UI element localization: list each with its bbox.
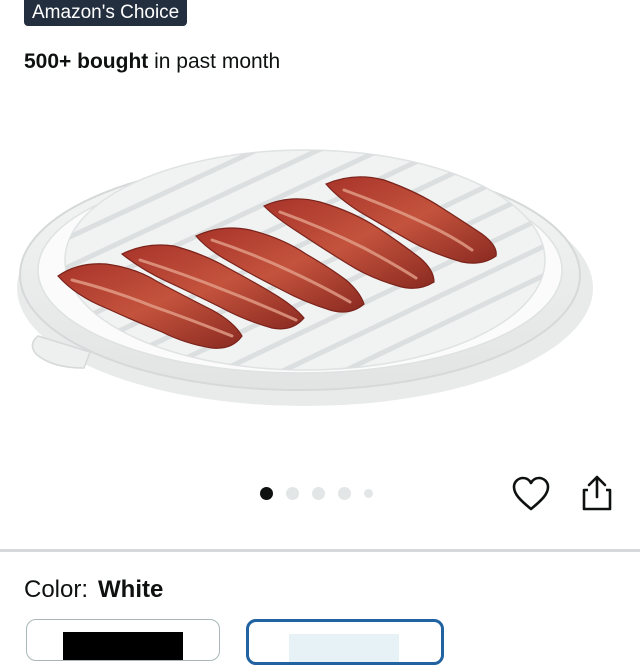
bought-count-text: 500+ bought in past month <box>24 48 280 76</box>
swatch-thumbnail-black <box>63 632 183 660</box>
share-icon[interactable] <box>580 474 614 512</box>
heart-icon[interactable] <box>512 476 550 512</box>
bought-count-strong: 500+ bought <box>24 50 149 73</box>
color-label: Color: <box>24 576 89 603</box>
color-selection-label: Color: White <box>24 574 163 606</box>
carousel-dot[interactable] <box>338 486 351 500</box>
bought-count-rest: in past month <box>148 50 281 73</box>
color-swatch-white[interactable] <box>246 619 444 665</box>
image-carousel-dots[interactable] <box>260 485 373 501</box>
swatch-thumbnail-white <box>289 634 399 662</box>
carousel-dot[interactable] <box>260 486 273 500</box>
product-image[interactable] <box>0 90 640 470</box>
section-divider <box>0 549 640 552</box>
color-value: White <box>98 576 164 603</box>
carousel-dot[interactable] <box>312 486 325 500</box>
carousel-dot[interactable] <box>364 488 373 498</box>
carousel-dot[interactable] <box>286 486 299 500</box>
color-swatch-black[interactable] <box>26 619 220 661</box>
amazons-choice-badge: Amazon's Choice <box>24 0 188 26</box>
